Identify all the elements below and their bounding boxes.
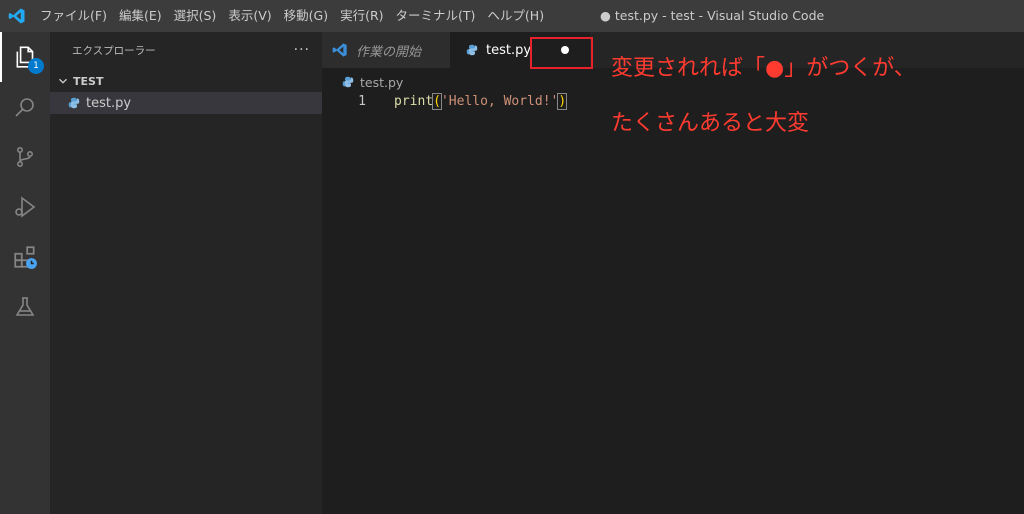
- vscode-tab-icon: [332, 43, 347, 57]
- breadcrumb[interactable]: test.py: [342, 72, 403, 92]
- menu-terminal[interactable]: ターミナル(T): [390, 0, 482, 32]
- modified-indicator-highlight: [530, 37, 593, 69]
- run-debug-icon: [15, 196, 36, 218]
- activity-bar: 1: [0, 32, 50, 514]
- testing-icon: [15, 297, 35, 316]
- extensions-button[interactable]: [0, 232, 50, 282]
- tab-label: 作業の開始: [356, 44, 422, 60]
- code-paren-close: ): [557, 93, 568, 110]
- vscode-logo-icon: [0, 0, 34, 32]
- file-test-py[interactable]: test.py: [50, 92, 322, 114]
- breadcrumb-file: test.py: [360, 74, 404, 90]
- search-icon: [15, 98, 34, 117]
- extensions-icon: [14, 246, 37, 269]
- code-string: 'Hello, World!': [440, 94, 559, 109]
- folder-name: TEST: [73, 74, 104, 88]
- run-debug-button[interactable]: [0, 182, 50, 232]
- sidebar-title: エクスプローラー: [72, 44, 156, 57]
- tab-welcome[interactable]: 作業の開始: [322, 32, 450, 68]
- chevron-down-icon: [59, 78, 67, 84]
- code-paren-open: (: [432, 93, 442, 110]
- annotation-line-1: 変更されれば「●」がつくが、: [611, 56, 916, 81]
- explorer-button[interactable]: 1: [0, 32, 50, 82]
- source-control-icon: [17, 146, 34, 167]
- menu-run[interactable]: 実行(R): [334, 0, 389, 32]
- file-name: test.py: [86, 95, 132, 111]
- code-function: print: [394, 94, 434, 109]
- explorer-sidebar: エクスプローラー ··· TEST test.py: [50, 32, 322, 514]
- python-file-icon: [342, 76, 354, 88]
- more-actions-icon[interactable]: ···: [294, 42, 310, 58]
- menu-bar: ファイル(F) 編集(E) 選択(S) 表示(V) 移動(G) 実行(R) ター…: [34, 0, 550, 32]
- menu-edit[interactable]: 編集(E): [113, 0, 168, 32]
- folder-test[interactable]: TEST: [50, 70, 322, 92]
- window-title: ● test.py - test - Visual Studio Code: [600, 8, 825, 23]
- title-bar: ファイル(F) 編集(E) 選択(S) 表示(V) 移動(G) 実行(R) ター…: [0, 0, 1024, 32]
- menu-selection[interactable]: 選択(S): [168, 0, 223, 32]
- testing-button[interactable]: [0, 282, 50, 332]
- annotation-line-2: たくさんあると大変: [611, 111, 810, 136]
- menu-view[interactable]: 表示(V): [222, 0, 277, 32]
- python-file-icon: [68, 97, 80, 109]
- menu-file[interactable]: ファイル(F): [34, 0, 113, 32]
- sidebar-header: エクスプローラー ···: [50, 32, 322, 68]
- code-text[interactable]: print('Hello, World!'): [394, 92, 568, 112]
- search-button[interactable]: [0, 82, 50, 132]
- python-file-icon: [466, 44, 478, 56]
- explorer-badge: 1: [28, 58, 44, 74]
- tab-label: test.py: [486, 42, 532, 58]
- source-control-button[interactable]: [0, 132, 50, 182]
- menu-go[interactable]: 移動(G): [278, 0, 334, 32]
- line-number: 1: [358, 94, 366, 109]
- menu-help[interactable]: ヘルプ(H): [481, 0, 550, 32]
